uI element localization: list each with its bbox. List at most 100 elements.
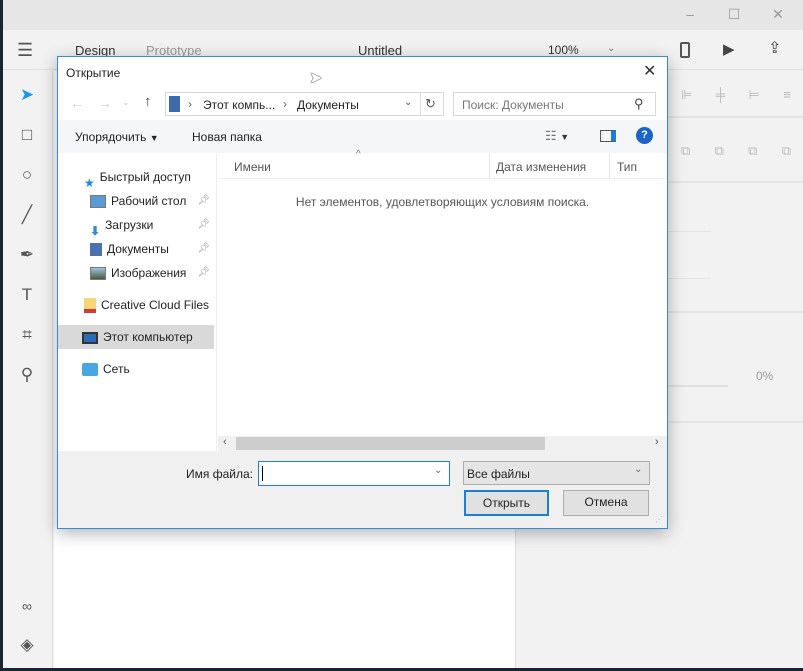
close-icon[interactable]: ✕ <box>643 61 656 81</box>
nav-creative-cloud[interactable]: Creative Cloud Files <box>58 293 214 317</box>
resize-grip-icon[interactable]: ⋰ <box>655 515 663 524</box>
file-type-select[interactable]: Все файлы ⌄ <box>463 461 650 485</box>
up-arrow-icon[interactable]: ↑ <box>144 93 152 110</box>
nav-label: Быстрый доступ <box>99 170 191 184</box>
subtract-icon[interactable]: ⧉ <box>715 143 724 159</box>
close-window-button[interactable]: ✕ <box>763 6 793 24</box>
caret-down-icon: ▼ <box>149 133 159 143</box>
desktop-icon <box>90 195 106 209</box>
align-middle-icon[interactable]: ≡ <box>783 87 791 103</box>
align-buttons: ⊫ ╪ ⊨ ≡ <box>681 87 791 103</box>
title-bar: – ☐ ✕ <box>3 0 803 30</box>
align-left-icon[interactable]: ⊫ <box>681 87 692 103</box>
align-center-icon[interactable]: ╪ <box>716 87 725 103</box>
mouse-cursor-icon: ➤ <box>309 70 323 87</box>
zoom-tool-icon[interactable]: ⚲ <box>15 363 39 387</box>
column-name[interactable]: Имени <box>234 160 271 174</box>
creative-cloud-folder-icon <box>84 298 96 314</box>
empty-message: Нет элементов, удовлетворяющих условиям … <box>295 195 590 209</box>
text-tool-icon[interactable]: T <box>15 283 39 307</box>
address-dropdown-icon[interactable]: ⌄ <box>404 97 412 108</box>
chevron-down-icon[interactable]: ⌄ <box>634 464 642 475</box>
documents-icon <box>90 243 102 257</box>
nav-documents[interactable]: Документы 📌︎ <box>58 237 214 261</box>
column-headers: ^ Имени Дата изменения Тип <box>218 149 667 179</box>
separator-icon: › <box>188 97 192 111</box>
download-icon: ⬇ <box>90 224 101 239</box>
scrollbar-thumb[interactable] <box>236 437 545 450</box>
nav-desktop[interactable]: Рабочий стол 📌︎ <box>58 189 214 213</box>
star-icon: ★ <box>84 176 95 191</box>
device-preview-icon[interactable] <box>680 42 690 58</box>
boolean-buttons: ⧉ ⧉ ⧉ ⧉ <box>681 143 791 159</box>
maximize-button[interactable]: ☐ <box>719 6 749 24</box>
opacity-value[interactable]: 0% <box>756 369 773 383</box>
forward-arrow-icon[interactable]: → <box>98 95 112 111</box>
exclude-icon[interactable]: ⧉ <box>782 143 791 159</box>
view-options-icon[interactable]: ☷ ▼ <box>545 128 569 144</box>
file-type-value: Все файлы <box>467 467 530 481</box>
line-tool-icon[interactable]: ╱ <box>15 203 39 227</box>
nav-label: Изображения <box>111 266 187 280</box>
play-icon[interactable]: ▶ <box>723 40 735 58</box>
nav-label: Документы <box>107 242 169 256</box>
minimize-button[interactable]: – <box>675 6 705 24</box>
separator-icon: › <box>283 97 287 111</box>
back-arrow-icon[interactable]: ← <box>70 95 84 111</box>
intersect-icon[interactable]: ⧉ <box>748 143 757 159</box>
zoom-level[interactable]: 100% <box>548 43 579 57</box>
column-resize-handle[interactable] <box>489 153 490 179</box>
filename-input[interactable]: ⌄ <box>258 461 450 486</box>
organize-label: Упорядочить <box>75 130 147 144</box>
nav-this-pc[interactable]: Этот компьютер <box>58 325 214 349</box>
column-type[interactable]: Тип <box>617 160 637 174</box>
layers-icon[interactable]: ◈ <box>15 633 39 657</box>
file-list: ^ Имени Дата изменения Тип Нет элементов… <box>218 149 667 451</box>
scroll-right-icon[interactable]: › <box>655 436 659 448</box>
tools-panel: ➤ □ ○ ╱ ✒ T ⌗ ⚲ ∞ ◈ <box>3 71 53 668</box>
horizontal-scrollbar[interactable]: ‹ › <box>218 436 667 451</box>
search-icon: ⚲ <box>634 96 644 111</box>
share-icon[interactable]: ⇪ <box>768 38 781 58</box>
command-bar: Упорядочить ▼ Новая папка ☷ ▼ ? <box>58 120 667 153</box>
open-button[interactable]: Открыть <box>464 490 549 516</box>
rectangle-tool-icon[interactable]: □ <box>15 123 39 147</box>
breadcrumb-documents[interactable]: Документы <box>297 98 359 112</box>
breadcrumb-computer[interactable]: Этот компь... <box>203 98 275 112</box>
nav-pictures[interactable]: Изображения 📌︎ <box>58 261 214 285</box>
hamburger-menu-icon[interactable]: ☰ <box>17 40 33 61</box>
address-bar[interactable]: › Этот компь... › Документы ⌄ ↻ <box>165 92 444 116</box>
column-resize-handle[interactable] <box>609 153 610 179</box>
search-input[interactable]: Поиск: Документы ⚲ <box>453 92 656 116</box>
chevron-down-icon[interactable]: ⌄ <box>434 465 442 476</box>
help-icon[interactable]: ? <box>636 127 653 144</box>
align-right-icon[interactable]: ⊨ <box>749 87 760 103</box>
pin-icon[interactable]: 📌︎ <box>197 189 210 213</box>
nav-quick-access[interactable]: ★ Быстрый доступ <box>58 165 214 191</box>
refresh-icon[interactable]: ↻ <box>425 96 436 112</box>
nav-network[interactable]: Сеть <box>58 357 214 381</box>
preview-pane-icon[interactable] <box>600 130 616 142</box>
recent-chevron-icon[interactable]: ⌄ <box>122 97 130 108</box>
select-tool-icon[interactable]: ➤ <box>15 83 39 107</box>
column-date-modified[interactable]: Дата изменения <box>496 160 586 174</box>
computer-icon <box>82 331 98 344</box>
network-icon <box>82 363 98 377</box>
union-icon[interactable]: ⧉ <box>681 143 690 159</box>
organize-button[interactable]: Упорядочить ▼ <box>75 130 159 144</box>
pin-icon[interactable]: 📌︎ <box>197 237 210 261</box>
pin-icon[interactable]: 📌︎ <box>197 261 210 285</box>
ellipse-tool-icon[interactable]: ○ <box>15 163 39 187</box>
computer-icon <box>169 96 180 112</box>
symbols-icon[interactable]: ∞ <box>15 594 39 618</box>
pin-icon[interactable]: 📌︎ <box>197 213 210 237</box>
nav-downloads[interactable]: ⬇ Загрузки 📌︎ <box>58 213 214 239</box>
text-cursor <box>262 466 263 481</box>
new-folder-button[interactable]: Новая папка <box>192 130 262 144</box>
artboard-tool-icon[interactable]: ⌗ <box>15 323 39 347</box>
nav-label: Сеть <box>103 362 130 376</box>
chevron-down-icon[interactable]: ⌄ <box>607 43 615 54</box>
pen-tool-icon[interactable]: ✒ <box>15 243 39 267</box>
cancel-button[interactable]: Отмена <box>563 490 649 516</box>
scroll-left-icon[interactable]: ‹ <box>223 436 227 448</box>
